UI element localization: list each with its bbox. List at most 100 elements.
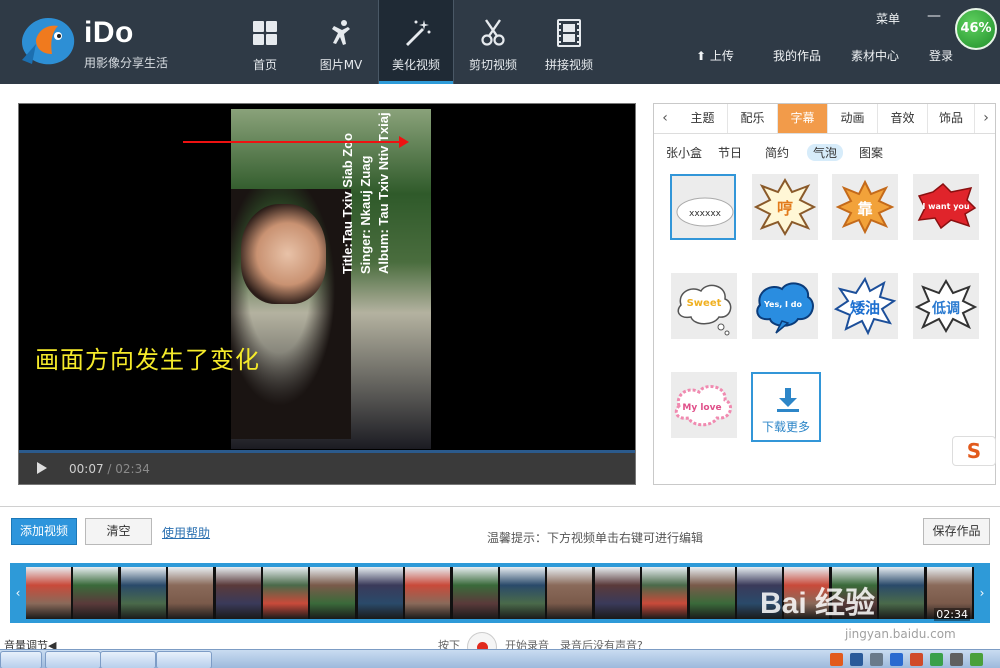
- frame-rotated-text: Title:Tau Txiv Siab Zoo Singer: Nkauj Zu…: [339, 109, 393, 274]
- tab-next-icon[interactable]: ›: [975, 104, 997, 133]
- tray-shield-icon[interactable]: [930, 653, 943, 666]
- subtab-simple[interactable]: 简约: [765, 144, 789, 161]
- brand-slogan: 用影像分享生活: [84, 56, 169, 70]
- tip-text: 温馨提示：下方视频单击右键可进行编辑: [487, 531, 704, 545]
- filmstrip-thumbnail[interactable]: [594, 567, 642, 619]
- filmstrip-thumbnail[interactable]: [689, 567, 737, 619]
- dance-icon: [332, 20, 350, 45]
- bubble-aiyou[interactable]: 矮油: [832, 273, 898, 339]
- taskbar-app-firefox-icon[interactable]: [156, 651, 212, 668]
- subtab-zhangxiaohe[interactable]: 张小盒: [666, 144, 702, 161]
- upload-button[interactable]: ⬆ 上传: [696, 47, 734, 64]
- filmstrip-thumbnail[interactable]: [547, 567, 595, 619]
- red-arrow-annotation: [183, 136, 409, 148]
- tab-theme[interactable]: 主题: [678, 104, 728, 133]
- minimize-button[interactable]: —: [927, 8, 941, 24]
- film-icon: [557, 19, 581, 47]
- tray-network-icon[interactable]: [970, 653, 983, 666]
- tray-pen-icon[interactable]: [870, 653, 883, 666]
- divider: [0, 506, 1000, 507]
- bubble-text: xxxxxx: [689, 209, 722, 219]
- filmstrip-thumbnail[interactable]: [405, 567, 453, 619]
- my-works-link[interactable]: 我的作品: [773, 47, 821, 64]
- filmstrip-thumbnail[interactable]: [215, 567, 263, 619]
- download-more-label: 下载更多: [761, 420, 810, 434]
- filmstrip-thumbnail[interactable]: [26, 567, 73, 619]
- bubble-yes-i-do[interactable]: Yes, I do: [752, 273, 818, 339]
- download-more-button[interactable]: 下载更多: [751, 372, 821, 442]
- tab-accessory[interactable]: 饰品: [928, 104, 975, 133]
- bubble-cloud-xxxxxx[interactable]: xxxxxx: [670, 174, 736, 240]
- login-link[interactable]: 登录: [929, 47, 953, 64]
- bubble-didiao[interactable]: 低调: [913, 273, 979, 339]
- player-control-bar: 00:07 / 02:34: [19, 450, 635, 484]
- filmstrip-thumbnail[interactable]: [168, 567, 216, 619]
- filmstrip-thumbnail[interactable]: [120, 567, 168, 619]
- filmstrip-thumbnail[interactable]: [357, 567, 405, 619]
- brand-name: iDo: [84, 16, 134, 49]
- nav-cut-video[interactable]: 剪切视频: [455, 0, 531, 84]
- tab-animation[interactable]: 动画: [828, 104, 878, 133]
- magic-wand-icon: [406, 20, 431, 46]
- nav-home[interactable]: 首页: [227, 0, 303, 84]
- subtab-holiday[interactable]: 节日: [718, 144, 742, 161]
- filmstrip-thumbnail[interactable]: [263, 567, 310, 619]
- bubble-i-want-you[interactable]: I want you: [913, 174, 979, 240]
- tab-prev-icon[interactable]: ‹: [654, 104, 676, 133]
- save-work-button[interactable]: 保存作品: [923, 518, 990, 545]
- bubble-text: Sweet: [687, 298, 722, 309]
- play-icon[interactable]: [37, 462, 47, 474]
- duration: / 02:34: [107, 462, 150, 476]
- burst-bubble-icon: I want you: [917, 182, 977, 230]
- tray-app-icon[interactable]: [910, 653, 923, 666]
- filmstrip-thumbnail[interactable]: [452, 567, 500, 619]
- frame-face: [241, 204, 326, 304]
- cloud-bubble-icon: My love: [674, 384, 733, 427]
- filmstrip-thumbnail[interactable]: [73, 567, 121, 619]
- bubble-text: Yes, I do: [763, 300, 803, 309]
- tab-sound-effect[interactable]: 音效: [878, 104, 928, 133]
- bubble-kao[interactable]: 靠: [832, 174, 898, 240]
- timeline-prev-icon[interactable]: ‹: [10, 563, 26, 623]
- subtab-pattern[interactable]: 图案: [859, 144, 883, 161]
- bubble-heng[interactable]: 哼: [752, 174, 818, 240]
- filmstrip-thumbnail[interactable]: [500, 567, 547, 619]
- filmstrip-thumbnail[interactable]: [310, 567, 358, 619]
- bubble-my-love[interactable]: My love: [671, 372, 737, 438]
- nav-join-video[interactable]: 拼接视频: [531, 0, 607, 84]
- start-button-icon[interactable]: [0, 651, 42, 668]
- tray-help-icon[interactable]: [850, 653, 863, 666]
- bubble-sweet[interactable]: Sweet: [671, 273, 737, 339]
- help-link[interactable]: 使用帮助: [162, 524, 210, 541]
- nav-join-video-label: 拼接视频: [544, 58, 593, 72]
- tray-sogou-icon[interactable]: [830, 653, 843, 666]
- tray-arrow-icon[interactable]: [890, 653, 903, 666]
- taskbar-app-chrome-icon[interactable]: [45, 651, 101, 668]
- bubble-text: 低调: [931, 300, 960, 317]
- tab-music[interactable]: 配乐: [728, 104, 778, 133]
- nav-beautify-video[interactable]: 美化视频: [378, 0, 454, 84]
- bubble-text: 哼: [777, 199, 793, 218]
- nav-photo-mv-label: 图片MV: [319, 58, 363, 72]
- frame-singer-line: Singer: Nkauj Zuag: [358, 155, 373, 274]
- tab-subtitle[interactable]: 字幕: [778, 104, 828, 133]
- performance-badge[interactable]: 46%: [955, 8, 997, 50]
- clear-button[interactable]: 清空: [85, 518, 152, 545]
- top-bar: iDo 用影像分享生活 首页 图片MV 美化视频 剪切视频 拼接视频 菜单 — …: [0, 0, 1000, 84]
- playback-time: 00:07 / 02:34: [69, 462, 150, 476]
- tray-volume-icon[interactable]: [950, 653, 963, 666]
- materials-center-link[interactable]: 素材中心: [851, 47, 899, 64]
- subtab-bubble[interactable]: 气泡: [807, 144, 844, 161]
- add-video-button[interactable]: 添加视频: [11, 518, 77, 545]
- menu-button[interactable]: 菜单: [876, 10, 900, 27]
- sogou-ime-icon[interactable]: S: [952, 436, 996, 466]
- cloud-bubble-icon: Sweet: [677, 284, 732, 336]
- ido-app-window: iDo 用影像分享生活 首页 图片MV 美化视频 剪切视频 拼接视频 菜单 — …: [0, 0, 1000, 668]
- filmstrip-thumbnail[interactable]: [642, 567, 690, 619]
- burst-bubble-icon: 哼: [753, 178, 817, 236]
- taskbar-app-360-icon[interactable]: [100, 651, 156, 668]
- frame-album-line: Album: Tau Txiv Ntiv Txiaj: [376, 112, 391, 274]
- video-player[interactable]: Title:Tau Txiv Siab Zoo Singer: Nkauj Zu…: [18, 103, 636, 485]
- nav-photo-mv[interactable]: 图片MV: [303, 0, 379, 84]
- bubble-text: My love: [682, 403, 721, 413]
